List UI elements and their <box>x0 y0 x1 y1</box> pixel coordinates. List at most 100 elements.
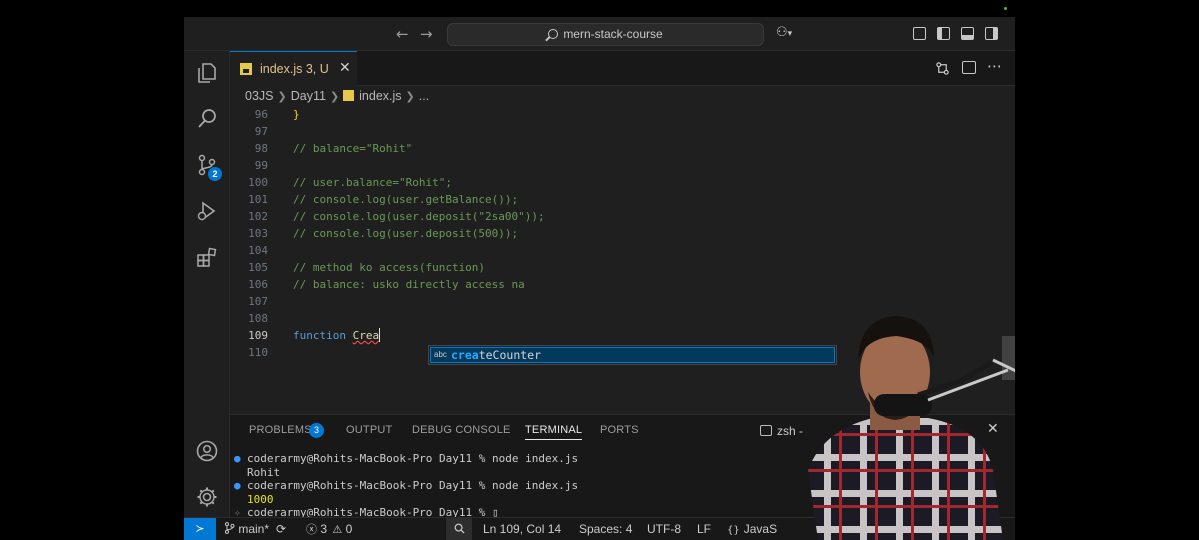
line-code: // console.log(user.deposit(500)); <box>293 227 519 240</box>
javascript-file-icon <box>240 63 252 75</box>
more-actions-icon[interactable]: ⋯ <box>987 57 1002 75</box>
code-line[interactable]: 98 // balance="Rohit" <box>230 140 1015 157</box>
webcam-presenter-image <box>808 316 1018 540</box>
chevron-right-icon: ❯ <box>277 90 287 103</box>
search-icon[interactable] <box>195 107 219 131</box>
line-number: 110 <box>248 346 268 359</box>
run-debug-icon[interactable] <box>195 199 219 223</box>
back-arrow-icon[interactable]: ← <box>396 25 409 43</box>
letterbox-right <box>1015 0 1199 540</box>
forward-arrow-icon[interactable]: → <box>420 25 433 43</box>
encoding[interactable]: UTF-8 <box>647 518 681 540</box>
toggle-secondary-sidebar-icon[interactable] <box>985 27 998 40</box>
compare-changes-icon[interactable] <box>935 61 950 76</box>
extensions-icon[interactable] <box>195 245 219 269</box>
line-number: 106 <box>248 278 268 291</box>
tab-terminal[interactable]: TERMINAL <box>525 424 583 440</box>
suggestion-match: crea <box>451 348 479 362</box>
customize-layout-icon[interactable] <box>913 27 926 40</box>
text-cursor <box>379 328 381 342</box>
tab-index-js[interactable]: index.js 3, U ✕ <box>230 51 357 86</box>
source-control-badge: 2 <box>208 167 222 181</box>
code-line[interactable]: 104 <box>230 242 1015 259</box>
accounts-icon[interactable] <box>195 439 219 463</box>
tab-problems[interactable]: PROBLEMS <box>249 424 312 436</box>
git-branch[interactable]: main* <box>224 518 269 540</box>
close-icon[interactable]: ✕ <box>339 60 351 76</box>
terminal-text: coderarmy@Rohits-MacBook-Pro Day11 % nod… <box>247 479 579 492</box>
line-number: 108 <box>248 312 268 325</box>
zoom-icon[interactable] <box>446 518 472 540</box>
line-number: 96 <box>254 108 268 121</box>
code-line[interactable]: 103 // console.log(user.deposit(500)); <box>230 225 1015 242</box>
line-code: // console.log(user.deposit("2sa00")); <box>293 210 545 223</box>
problems-count-badge: 3 <box>309 423 324 438</box>
warning-count: 0 <box>345 522 353 536</box>
breadcrumb: 03JS ❯ Day11 ❯ index.js ❯... <box>230 86 1015 106</box>
line-number: 109 <box>248 329 268 342</box>
end-of-line[interactable]: LF <box>697 518 711 540</box>
line-number: 103 <box>248 227 268 240</box>
workspace-name: mern-stack-course <box>563 27 663 41</box>
sync-icon[interactable]: ⟳ <box>276 518 286 540</box>
screen: ← → mern-stack-course ⚇▾ 2 index.js 3, U… <box>0 0 1199 540</box>
line-code: // balance: usko directly access na <box>293 278 525 291</box>
line-code: } <box>293 108 300 121</box>
suggestion-item[interactable]: abc createCounter <box>430 347 835 363</box>
copilot-menu[interactable]: ⚇▾ <box>776 25 792 40</box>
indentation[interactable]: Spaces: 4 <box>579 518 632 540</box>
terminal-line: ● coderarmy@Rohits-MacBook-Pro Day11 % no… <box>234 452 578 466</box>
toggle-panel-icon[interactable] <box>961 27 974 40</box>
camera-indicator <box>1004 7 1007 10</box>
chevron-right-icon: ❯ <box>405 90 415 103</box>
remote-indicator-icon[interactable]: ≻ <box>184 518 216 540</box>
breadcrumb-folder-day11[interactable]: Day11 <box>291 89 326 103</box>
language-mode[interactable]: {} JavaS <box>727 518 777 540</box>
breadcrumb-folder-03js[interactable]: 03JS <box>245 89 274 103</box>
terminal-output[interactable]: ● coderarmy@Rohits-MacBook-Pro Day11 % no… <box>234 452 578 520</box>
tab-debug-console[interactable]: DEBUG CONSOLE <box>412 424 511 436</box>
active-line-code: function Crea <box>293 327 381 344</box>
code-line[interactable]: 101 // console.log(user.getBalance()); <box>230 191 1015 208</box>
breadcrumb-file[interactable]: index.js <box>359 89 401 103</box>
command-center-search[interactable]: mern-stack-course <box>447 23 764 46</box>
tab-label: index.js 3, U <box>260 62 329 76</box>
split-editor-icon[interactable] <box>962 61 976 74</box>
error-count: 3 <box>320 522 328 536</box>
activity-bar: 2 <box>184 51 230 517</box>
explorer-icon[interactable] <box>195 61 219 85</box>
chevron-right-icon: ❯ <box>329 90 340 103</box>
keyword: function <box>293 329 346 342</box>
branch-name: main* <box>238 522 270 536</box>
braces-icon: {} <box>727 525 740 536</box>
editor-tab-bar: index.js 3, U ✕ ⋯ <box>230 51 1015 86</box>
problems-summary[interactable]: ⓧ 3 ⚠ 0 <box>306 518 352 540</box>
code-line[interactable]: 96} <box>230 106 1015 123</box>
terminal-line: Rohit <box>234 466 578 480</box>
terminal-text: 1000 <box>247 492 274 506</box>
tab-ports[interactable]: PORTS <box>600 424 639 436</box>
text-suggestion-icon: abc <box>434 350 447 359</box>
toggle-primary-sidebar-icon[interactable] <box>937 27 950 40</box>
error-icon: ⓧ <box>306 523 317 536</box>
title-bar: ← → mern-stack-course ⚇▾ <box>184 17 1015 51</box>
breadcrumb-more[interactable]: ... <box>419 89 429 103</box>
terminal-decoration-icon: ● <box>234 452 241 465</box>
code-line[interactable]: 102 // console.log(user.deposit("2sa00"))… <box>230 208 1015 225</box>
code-line[interactable]: 100 // user.balance="Rohit"; <box>230 174 1015 191</box>
line-number: 99 <box>254 159 268 172</box>
code-line[interactable]: 99 <box>230 157 1015 174</box>
line-code: // method ko access(function) <box>293 261 486 274</box>
javascript-file-icon <box>343 90 355 101</box>
line-number: 100 <box>248 176 268 189</box>
settings-gear-icon[interactable] <box>195 485 219 509</box>
line-number: 102 <box>248 210 268 223</box>
code-line[interactable]: 106 // balance: usko directly access na <box>230 276 1015 293</box>
cursor-position[interactable]: Ln 109, Col 14 <box>483 518 561 540</box>
code-line[interactable]: 97 <box>230 123 1015 140</box>
tab-output[interactable]: OUTPUT <box>346 424 392 436</box>
terminal-line: ● coderarmy@Rohits-MacBook-Pro Day11 % no… <box>234 479 578 493</box>
code-line[interactable]: 105 // method ko access(function) <box>230 259 1015 276</box>
line-code: // user.balance="Rohit"; <box>293 176 452 189</box>
line-code: // balance="Rohit" <box>293 142 413 155</box>
